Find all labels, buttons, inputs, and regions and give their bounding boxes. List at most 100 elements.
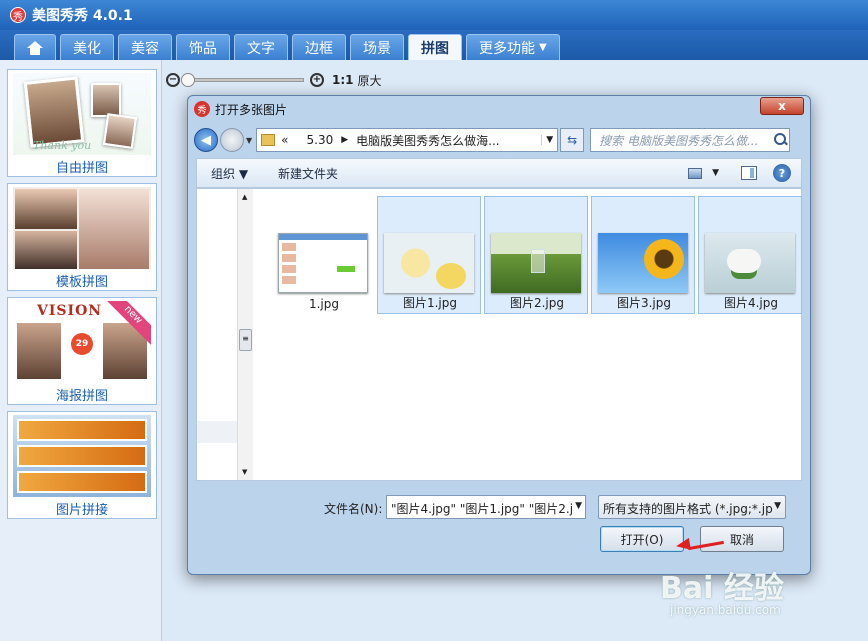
vertical-scrollbar[interactable]: ▲ ≡ ▼ <box>237 189 253 480</box>
tab-accessories[interactable]: 饰品 <box>176 34 230 60</box>
views-dropdown-icon[interactable]: ▼ <box>712 168 719 178</box>
dialog-titlebar: 秀 打开多张图片 x <box>188 96 810 122</box>
help-icon[interactable]: ? <box>773 164 791 182</box>
file-item[interactable]: 图片3.jpg <box>591 196 695 314</box>
preview-pane-icon[interactable] <box>741 166 757 180</box>
zoom-slider[interactable] <box>181 73 304 87</box>
dialog-footer: 文件名(N): "图片4.jpg" "图片1.jpg" "图片2.j ▼ 所有支… <box>188 484 810 574</box>
free-collage-label: 自由拼图 <box>55 161 108 176</box>
refresh-button[interactable]: ⇆ <box>560 128 585 152</box>
dialog-logo-icon: 秀 <box>194 101 210 117</box>
scroll-up-icon[interactable]: ▲ <box>242 193 247 201</box>
scroll-down-icon[interactable]: ▼ <box>242 468 247 476</box>
tab-cosmetics[interactable]: 美容 <box>118 34 172 60</box>
template-collage-label: 模板拼图 <box>55 275 108 290</box>
file-name: 图片2.jpg <box>509 296 565 310</box>
file-item[interactable]: 图片1.jpg <box>377 196 481 314</box>
file-name: 1.jpg <box>308 297 340 311</box>
filetype-value: 所有支持的图片格式 (*.jpg;*.jp <box>603 502 773 516</box>
tab-more-features[interactable]: 更多功能 ▼ <box>466 34 560 60</box>
tab-frame[interactable]: 边框 <box>292 34 346 60</box>
zoom-out-icon[interactable]: − <box>166 73 180 87</box>
app-titlebar: 秀 美图秀秀 4.0.1 <box>0 0 868 30</box>
file-thumbnail <box>491 233 581 293</box>
thumb-badge: 29 <box>71 333 93 355</box>
address-row: ◀ ▼ « 5.30 ▶ 电脑版美图秀秀怎么做海... ▼ ⇆ 搜索 电脑版美图… <box>194 126 804 154</box>
zoom-ratio-button[interactable]: 1:1 <box>332 73 354 87</box>
address-bar[interactable]: « 5.30 ▶ 电脑版美图秀秀怎么做海... ▼ <box>256 128 559 152</box>
zoom-slider-knob[interactable] <box>181 73 195 87</box>
search-placeholder: 搜索 电脑版美图秀秀怎么做... <box>599 133 759 148</box>
free-collage-tile[interactable]: Thank you 自由拼图 <box>7 69 157 177</box>
file-browser: ▲ ≡ ▼ 1.jpg 图片1.jpg 图片2.jpg 图片3.jpg 图片4.… <box>196 188 802 481</box>
close-icon: x <box>778 99 786 113</box>
main-nav: 美化 美容 饰品 文字 边框 场景 拼图 更多功能 ▼ <box>0 30 868 60</box>
tab-beautify[interactable]: 美化 <box>60 34 114 60</box>
file-item[interactable]: 图片2.jpg <box>484 196 588 314</box>
image-stitch-tile[interactable]: 图片拼接 <box>7 411 157 519</box>
file-name: 图片4.jpg <box>723 296 779 310</box>
filename-dropdown-icon[interactable]: ▼ <box>575 501 582 511</box>
tab-home[interactable] <box>14 34 56 60</box>
tab-text[interactable]: 文字 <box>234 34 288 60</box>
history-dropdown-icon[interactable]: ▼ <box>246 136 252 145</box>
breadcrumb-item-folder[interactable]: 电脑版美图秀秀怎么做海... <box>356 132 499 149</box>
annotation-arrow-head <box>675 537 691 553</box>
folder-icon <box>261 134 276 146</box>
views-icon[interactable] <box>688 167 703 179</box>
watermark-brand: Bai 经验 <box>660 571 784 606</box>
image-stitch-label: 图片拼接 <box>55 503 108 518</box>
forward-button[interactable] <box>220 128 244 152</box>
file-thumbnail <box>278 233 368 293</box>
breadcrumb-item-5-30[interactable]: 5.30 <box>307 133 334 147</box>
thumb-caption: Thank you <box>33 139 92 152</box>
filename-field[interactable]: "图片4.jpg" "图片1.jpg" "图片2.j ▼ <box>386 495 586 519</box>
poster-collage-thumbnail: VISION 29 new <box>13 301 151 383</box>
open-images-dialog: 秀 打开多张图片 x ◀ ▼ « 5.30 ▶ 电脑版美图秀秀怎么做海... ▼… <box>187 95 811 575</box>
thumb-vision-text: VISION <box>37 303 103 319</box>
app-title: 美图秀秀 4.0.1 <box>32 8 133 24</box>
file-item[interactable]: 1.jpg <box>271 196 375 314</box>
file-item[interactable]: 图片4.jpg <box>698 196 802 314</box>
refresh-icon: ⇆ <box>567 133 578 147</box>
free-collage-thumbnail: Thank you <box>13 73 151 155</box>
tab-scene[interactable]: 场景 <box>350 34 404 60</box>
chevron-right-icon[interactable]: ▶ <box>341 135 348 145</box>
watermark-url: jingyan.baidu.com <box>670 603 781 617</box>
search-icon[interactable] <box>771 131 789 149</box>
filename-value: "图片4.jpg" "图片1.jpg" "图片2.j <box>391 502 574 516</box>
template-collage-tile[interactable]: 模板拼图 <box>7 183 157 291</box>
back-button[interactable]: ◀ <box>194 128 218 152</box>
zoom-original-label[interactable]: 原大 <box>358 72 382 89</box>
address-dropdown-icon[interactable]: ▼ <box>541 135 557 145</box>
open-button[interactable]: 打开(O) <box>600 526 684 552</box>
image-stitch-thumbnail <box>13 415 151 497</box>
close-button[interactable]: x <box>760 97 804 115</box>
dialog-title: 打开多张图片 <box>215 102 288 117</box>
chevron-down-icon: ▼ <box>539 42 547 53</box>
tab-collage[interactable]: 拼图 <box>408 34 462 60</box>
home-icon <box>27 40 43 55</box>
breadcrumb-prefix[interactable]: « <box>281 133 288 147</box>
zoom-bar: − + 1:1 原大 <box>166 70 382 90</box>
zoom-in-icon[interactable]: + <box>310 73 324 87</box>
new-folder-button[interactable]: 新建文件夹 <box>278 165 338 182</box>
file-thumbnail <box>705 233 795 293</box>
filetype-dropdown-icon: ▼ <box>774 501 781 511</box>
tab-more-label: 更多功能 <box>479 40 535 57</box>
filetype-select[interactable]: 所有支持的图片格式 (*.jpg;*.jp ▼ <box>598 495 786 519</box>
app-logo-icon: 秀 <box>10 7 26 23</box>
template-collage-thumbnail <box>13 187 151 269</box>
file-thumbnail <box>598 233 688 293</box>
collage-mode-sidebar: Thank you 自由拼图 模板拼图 VISION 29 new 海报拼图 图… <box>0 60 162 641</box>
file-name: 图片3.jpg <box>616 296 672 310</box>
cancel-button[interactable]: 取消 <box>700 526 784 552</box>
organize-menu[interactable]: 组织 ▼ <box>211 165 248 182</box>
file-name: 图片1.jpg <box>402 296 458 310</box>
poster-collage-label: 海报拼图 <box>55 389 108 404</box>
poster-collage-tile[interactable]: VISION 29 new 海报拼图 <box>7 297 157 405</box>
arrow-left-icon: ◀ <box>201 132 211 148</box>
scrollbar-thumb[interactable]: ≡ <box>239 329 252 351</box>
watermark: Bai 经验 jingyan.baidu.com <box>660 563 784 617</box>
search-input[interactable]: 搜索 电脑版美图秀秀怎么做... <box>590 128 791 152</box>
